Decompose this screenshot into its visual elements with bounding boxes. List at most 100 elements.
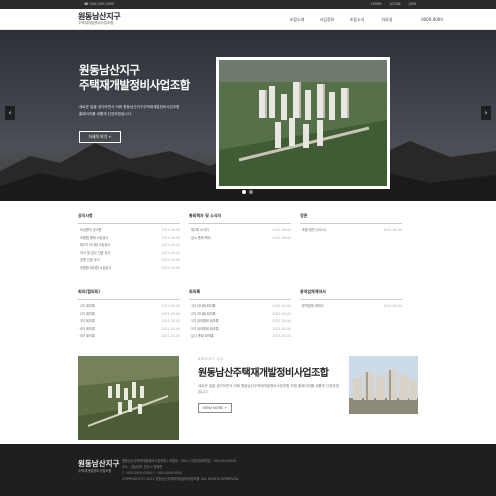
- nav-phone: 0000-0000: [421, 17, 443, 22]
- about-title: 원동남산주택재개발정비사업조합: [198, 368, 329, 379]
- hero-desc-line1: 새로운 일을 생각하면서 저희 원동남산지구주택재개발정비사업조합: [79, 105, 180, 109]
- board-title[interactable]: 회의(협의회): [78, 289, 180, 300]
- post-title[interactable]: · 보상협의 공고문: [78, 227, 102, 235]
- post-title[interactable]: · 2차 회의록: [78, 311, 95, 319]
- post-date: 2021-00-00: [272, 228, 291, 232]
- top-links: HOME LOGIN JOIN: [371, 2, 416, 6]
- post-title[interactable]: · 3차 회의록: [78, 318, 95, 326]
- top-utility-bar: ☎ 000-000-0000 HOME LOGIN JOIN: [0, 0, 496, 9]
- nav-item-about[interactable]: 조합소개: [282, 17, 312, 23]
- post-title[interactable]: · 용역업체 계약서: [300, 303, 324, 311]
- post-title[interactable]: · 4차 회의록: [78, 326, 95, 334]
- list-item[interactable]: · 4차 회의록 2021-00-00: [78, 326, 180, 334]
- site-logo[interactable]: 원동남산지구 주택재개발정비사업조합: [78, 12, 121, 26]
- nav-item-business[interactable]: 사업정보: [312, 17, 342, 23]
- slider-prev-button[interactable]: ‹: [5, 106, 15, 120]
- post-title[interactable]: · 조합 정관 (2021): [300, 227, 326, 235]
- post-title[interactable]: · 2차 이사회 회의록: [189, 311, 216, 319]
- post-title[interactable]: · 제2차 이사회 소집공고: [78, 242, 110, 250]
- board-list: · 1차 회의록 2021-00-00 · 2차 회의록 2021-00-00 · 3차…: [78, 303, 180, 341]
- post-title[interactable]: · 1차 이사회 회의록: [189, 303, 216, 311]
- post-date: 2021-00-00: [161, 265, 180, 270]
- list-item[interactable]: · 제2차 이사회 소집공고 2021-00-00: [78, 242, 180, 250]
- about-tag: ABOUT US: [198, 357, 225, 361]
- top-phone: ☎ 000-000-0000: [84, 2, 115, 6]
- board-notice: 공지사항 · 보상협의 공고문 2021-00-00 · 조합원 총회 소집공고 20…: [78, 213, 180, 272]
- post-date: 2021-00-00: [272, 304, 291, 308]
- list-item[interactable]: · 1차 회의록 2021-00-00: [78, 303, 180, 311]
- post-date: 2021-00-00: [161, 334, 180, 338]
- aerial-site-illustration: [78, 356, 179, 440]
- board-meetings: 회의(협의회) · 1차 회의록 2021-00-00 · 2차 회의록 2021-0…: [78, 289, 180, 341]
- list-item[interactable]: · 5차 회의록 2021-00-00: [78, 333, 180, 341]
- post-date: 2021-00-00: [272, 311, 291, 316]
- list-item[interactable]: · 임시 총회 책자 2021-00-00: [189, 235, 291, 243]
- hero-desc-line2: 홈페이지를 새롭게 단장하였습니다.: [79, 112, 133, 116]
- list-item[interactable]: · 임시 총회 회의록 2021-00-00: [189, 333, 291, 341]
- site-footer: 원동남산지구 주택재개발정비사업조합 원동남산주택재개발정비사업조합 | 조합장…: [0, 444, 496, 496]
- list-item[interactable]: · 3차 회의록 2021-00-00: [78, 318, 180, 326]
- board-title[interactable]: 공지사항: [78, 213, 180, 224]
- list-item[interactable]: · 제1회 소식지 2021-00-00: [189, 227, 291, 235]
- list-item[interactable]: · 조합원 대의원 소집공고 2021-00-00: [78, 265, 180, 273]
- logo-line1: 원동남산지구: [78, 12, 121, 21]
- slider-dot-1[interactable]: [242, 190, 246, 194]
- hero-more-button[interactable]: 자세히 보기 +: [79, 131, 121, 143]
- post-date: 2021-00-00: [272, 326, 291, 331]
- post-title[interactable]: · 임원 선출 공고: [78, 257, 100, 265]
- footer-logo-line1: 원동남산지구: [78, 459, 120, 468]
- about-aerial-image: [78, 356, 179, 440]
- post-title[interactable]: · 1차 회의록: [78, 303, 95, 311]
- post-title[interactable]: · 이사 및 감사 선출 공고: [78, 250, 110, 258]
- post-date: 2021-00-00: [161, 235, 180, 240]
- nav-item-archive[interactable]: 자료실: [372, 17, 402, 23]
- list-item[interactable]: · 이사 및 감사 선출 공고 2021-00-00: [78, 250, 180, 258]
- footer-info: 원동남산주택재개발정비사업조합 | 조합장 : 000 | 사업자등록번호 : …: [122, 458, 239, 482]
- post-title[interactable]: · 2차 대의원회 회의록: [189, 326, 219, 334]
- post-title[interactable]: · 임시 총회 회의록: [189, 333, 214, 341]
- slider-next-button[interactable]: ›: [481, 106, 491, 120]
- list-item[interactable]: · 2차 대의원회 회의록 2021-00-00: [189, 326, 291, 334]
- post-title[interactable]: · 임시 총회 책자: [189, 235, 211, 243]
- post-title[interactable]: · 1차 대의원회 회의록: [189, 318, 219, 326]
- board-title[interactable]: 총회책자 및 소식지: [189, 213, 291, 224]
- post-title[interactable]: · 5차 회의록: [78, 333, 95, 341]
- post-date: 2021-00-00: [161, 319, 180, 323]
- hero-title-line2: 주택재개발정비사업조합: [79, 78, 190, 92]
- list-item[interactable]: · 보상협의 공고문 2021-00-00: [78, 227, 180, 235]
- aerial-rendering-illustration: [219, 60, 387, 186]
- list-item[interactable]: · 임원 선출 공고 2021-00-00: [78, 257, 180, 265]
- hero-aerial-image: [216, 57, 390, 189]
- list-item[interactable]: · 용역업체 계약서 2021-00-00: [300, 303, 402, 311]
- list-item[interactable]: · 2차 이사회 회의록 2021-00-00: [189, 311, 291, 319]
- list-item[interactable]: · 2차 회의록 2021-00-00: [78, 311, 180, 319]
- post-date: 2021-00-00: [161, 311, 180, 316]
- board-title[interactable]: 정관: [300, 213, 402, 224]
- board-articles: 정관 · 조합 정관 (2021) 2021-00-00: [300, 213, 402, 235]
- slider-dot-2[interactable]: [249, 190, 253, 194]
- post-date: 2021-00-00: [272, 319, 291, 323]
- post-title[interactable]: · 제1회 소식지: [189, 227, 209, 235]
- nav-item-news[interactable]: 조합소식: [342, 17, 372, 23]
- post-date: 2021-00-00: [161, 243, 180, 247]
- footer-logo-line2: 주택재개발정비사업조합: [78, 469, 112, 473]
- main-nav: 조합소개 사업정보 조합소식 자료실 0000-0000: [282, 17, 462, 23]
- post-title[interactable]: · 조합원 총회 소집공고: [78, 235, 108, 243]
- post-date: 2021-00-00: [272, 235, 291, 240]
- post-date: 2021-00-00: [383, 228, 402, 232]
- home-link[interactable]: HOME: [371, 2, 382, 6]
- list-item[interactable]: · 1차 이사회 회의록 2021-00-00: [189, 303, 291, 311]
- post-date: 2021-00-00: [161, 258, 180, 262]
- post-date: 2021-00-00: [161, 326, 180, 331]
- list-item[interactable]: · 조합원 총회 소집공고 2021-00-00: [78, 235, 180, 243]
- post-title[interactable]: · 조합원 대의원 소집공고: [78, 265, 111, 273]
- list-item[interactable]: · 조합 정관 (2021) 2021-00-00: [300, 227, 402, 235]
- board-title[interactable]: 용역업체계약서: [300, 289, 402, 300]
- join-link[interactable]: JOIN: [409, 2, 416, 6]
- view-more-button[interactable]: VIEW MORE +: [198, 403, 232, 413]
- board-title[interactable]: 회의록: [189, 289, 291, 300]
- list-item[interactable]: · 1차 대의원회 회의록 2021-00-00: [189, 318, 291, 326]
- about-apartment-image: [349, 356, 418, 414]
- login-link[interactable]: LOGIN: [390, 2, 401, 6]
- post-date: 2021-00-00: [161, 304, 180, 308]
